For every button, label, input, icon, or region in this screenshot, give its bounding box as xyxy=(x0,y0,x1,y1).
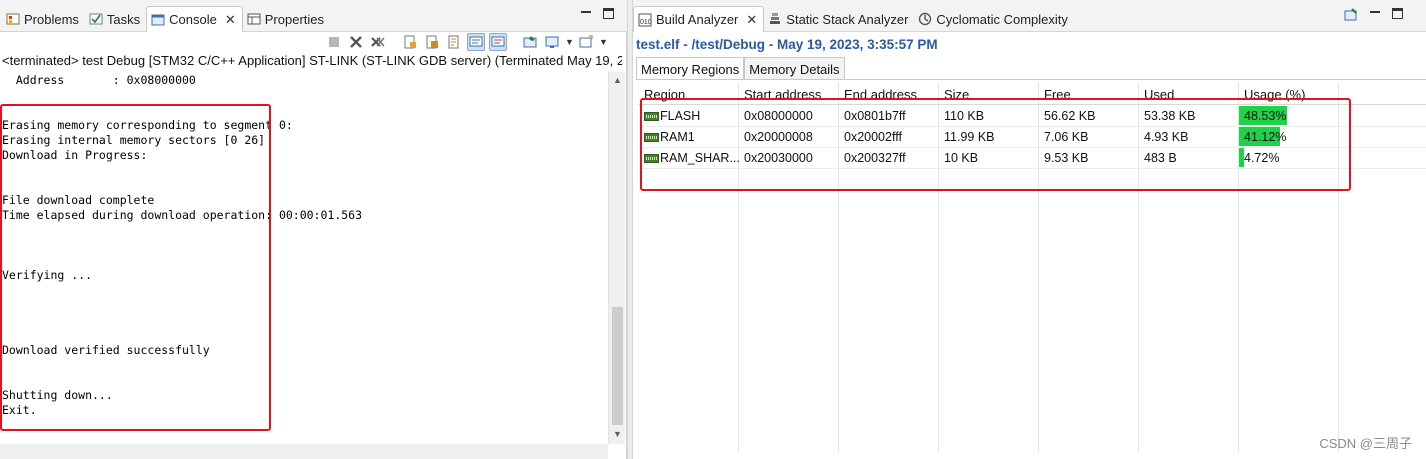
column-header-start-address[interactable]: Start address xyxy=(744,87,821,102)
column-header-usage[interactable]: Usage (%) xyxy=(1244,87,1305,102)
cell-usage: 41.12% xyxy=(1244,130,1287,144)
clear-console-icon[interactable] xyxy=(401,33,419,51)
scroll-lock-icon[interactable] xyxy=(423,33,441,51)
memory-region-icon xyxy=(644,154,659,163)
tab-memory-details[interactable]: Memory Details xyxy=(744,57,845,80)
tab-label: Cyclomatic Complexity xyxy=(936,11,1068,27)
refresh-icon[interactable] xyxy=(1344,8,1358,22)
tab-build-analyzer[interactable]: 010 Build Analyzer ✕ xyxy=(633,6,765,32)
svg-text:010: 010 xyxy=(640,19,652,26)
console-line: Download in Progress: xyxy=(2,148,148,162)
cell-end-address: 0x20002fff xyxy=(844,130,902,144)
cell-start-address: 0x08000000 xyxy=(744,109,813,123)
cell-used: 4.93 KB xyxy=(1144,130,1189,144)
tab-memory-regions[interactable]: Memory Regions xyxy=(636,57,745,80)
cell-end-address: 0x0801b7ff xyxy=(844,109,906,123)
remove-all-terminated-icon[interactable] xyxy=(369,33,387,51)
word-wrap-icon[interactable] xyxy=(445,33,463,51)
console-line: Address : 0x08000000 xyxy=(2,73,196,87)
scroll-down-icon[interactable]: ▼ xyxy=(613,429,622,439)
console-line: File download complete xyxy=(2,193,155,207)
cell-size: 11.99 KB xyxy=(944,130,995,144)
tab-cyclomatic-complexity[interactable]: Cyclomatic Complexity xyxy=(914,6,1073,32)
column-header-used[interactable]: Used xyxy=(1144,87,1174,102)
console-line: Erasing memory corresponding to segment … xyxy=(2,118,293,132)
chevron-down-icon[interactable]: ▼ xyxy=(599,37,608,47)
horizontal-scrollbar[interactable] xyxy=(0,444,608,459)
remove-launch-icon[interactable] xyxy=(347,33,365,51)
scrollbar-thumb[interactable] xyxy=(612,307,623,425)
cell-free: 9.53 KB xyxy=(1044,151,1089,165)
cell-region: RAM_SHAR... xyxy=(660,151,740,165)
cell-free: 56.62 KB xyxy=(1044,109,1096,123)
console-line: Erasing internal memory sectors [0 26] xyxy=(2,133,266,147)
close-icon[interactable]: ✕ xyxy=(746,12,757,28)
show-on-stderr-icon[interactable] xyxy=(489,33,507,51)
cell-usage: 4.72% xyxy=(1244,151,1280,165)
column-header-end-address[interactable]: End address xyxy=(844,87,917,102)
cell-region: FLASH xyxy=(660,109,701,123)
cell-start-address: 0x20000008 xyxy=(744,130,813,144)
minimize-icon[interactable] xyxy=(1370,8,1380,20)
tab-label: Build Analyzer xyxy=(656,12,739,27)
show-on-stdout-icon[interactable] xyxy=(467,33,485,51)
launch-status: <terminated> test Debug [STM32 C/C++ App… xyxy=(2,53,622,68)
cell-size: 110 KB xyxy=(944,109,985,123)
chevron-down-icon[interactable]: ▼ xyxy=(565,37,574,47)
cell-size: 10 KB xyxy=(944,151,979,165)
minimize-icon[interactable] xyxy=(581,8,591,20)
console-line: Time elapsed during download operation: … xyxy=(2,208,363,222)
console-toolbar: ▼ ▼ xyxy=(325,33,608,51)
properties-icon xyxy=(247,13,261,25)
console-line: Shutting down... xyxy=(2,388,113,402)
console-icon xyxy=(151,14,165,25)
stack-analyzer-icon xyxy=(770,13,781,24)
cell-used: 53.38 KB xyxy=(1144,109,1196,123)
tab-label: Static Stack Analyzer xyxy=(786,11,909,27)
tab-label: Problems xyxy=(24,11,79,27)
cell-end-address: 0x200327ff xyxy=(844,151,906,165)
cell-usage: 48.53% xyxy=(1244,109,1287,123)
tab-label: Console xyxy=(169,12,217,27)
cell-region: RAM1 xyxy=(660,130,695,144)
maximize-icon[interactable] xyxy=(1392,8,1403,19)
console-line: Download verified successfully xyxy=(2,343,210,357)
tab-label: Properties xyxy=(264,11,325,27)
tab-console[interactable]: Console ✕ xyxy=(146,6,243,32)
open-console-icon[interactable] xyxy=(577,33,595,51)
tab-label: Tasks xyxy=(106,11,141,27)
tab-problems[interactable]: Problems xyxy=(2,6,85,32)
console-line: Verifying ... xyxy=(2,268,93,282)
display-selected-console-icon[interactable] xyxy=(543,33,561,51)
memory-region-icon xyxy=(644,112,659,121)
build-analyzer-icon: 010 xyxy=(638,13,652,26)
watermark: CSDN @三周子 xyxy=(1319,436,1412,451)
tab-static-stack-analyzer[interactable]: Static Stack Analyzer xyxy=(764,6,914,32)
maximize-icon[interactable] xyxy=(603,8,614,19)
column-header-free[interactable]: Free xyxy=(1044,87,1071,102)
column-header-size[interactable]: Size xyxy=(944,87,969,102)
tasks-icon xyxy=(89,13,103,25)
console-pane: Problems Tasks Console ✕ Properties ▼ ▼ … xyxy=(0,0,627,459)
column-header-region[interactable]: Region xyxy=(644,87,685,102)
subtab-divider xyxy=(636,79,1426,80)
problems-icon xyxy=(6,13,20,25)
elf-title: test.elf - /test/Debug - May 19, 2023, 3… xyxy=(636,37,938,52)
cyclomatic-icon xyxy=(919,12,932,26)
cell-free: 7.06 KB xyxy=(1044,130,1089,144)
tab-tasks[interactable]: Tasks xyxy=(85,6,146,32)
tab-properties[interactable]: Properties xyxy=(243,6,330,32)
console-output[interactable]: Address : 0x08000000 Erasing memory corr… xyxy=(2,73,607,445)
console-line: Exit. xyxy=(2,403,37,417)
pin-console-icon[interactable] xyxy=(521,33,539,51)
stop-icon[interactable] xyxy=(325,33,343,51)
close-icon[interactable]: ✕ xyxy=(225,12,236,28)
cell-start-address: 0x20030000 xyxy=(744,151,813,165)
vertical-scrollbar[interactable]: ▲ ▼ xyxy=(608,72,625,444)
scroll-up-icon[interactable]: ▲ xyxy=(613,75,622,85)
cell-used: 483 B xyxy=(1144,151,1177,165)
memory-region-icon xyxy=(644,133,659,142)
